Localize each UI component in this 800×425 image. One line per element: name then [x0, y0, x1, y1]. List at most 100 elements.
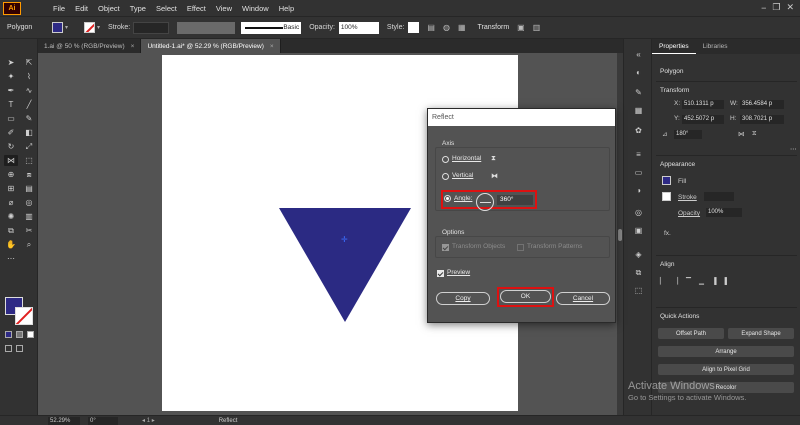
more-options-icon[interactable]: ⋯ [790, 145, 797, 153]
angle-input[interactable]: 360° [497, 195, 533, 205]
asset-export-icon[interactable]: ⬚ [633, 285, 644, 296]
color-icon[interactable]: ◐ [633, 67, 644, 78]
chevron-down-icon[interactable]: ▾ [65, 24, 68, 31]
artboard-navigation[interactable]: ◂ 1 ▸ [142, 417, 155, 424]
h-input[interactable]: 308.7021 p [740, 115, 784, 124]
scrollbar-thumb[interactable] [618, 229, 622, 241]
draw-behind-icon[interactable] [16, 345, 23, 352]
edit-toolbar-icon[interactable]: ⋯ [4, 253, 18, 264]
paintbrush-tool-icon[interactable]: ✎ [22, 113, 36, 124]
flip-vertical-icon[interactable]: ⧖ [752, 130, 757, 138]
fill-swatch[interactable] [52, 22, 63, 33]
isolate-icon[interactable]: ▣ [517, 23, 525, 32]
angle-radio[interactable] [444, 195, 451, 202]
menu-object[interactable]: Object [98, 4, 120, 13]
restore-icon[interactable]: ❐ [772, 2, 780, 13]
transform-patterns-checkbox[interactable] [517, 244, 524, 251]
ok-button[interactable]: OK [500, 290, 551, 303]
draw-normal-icon[interactable] [5, 345, 12, 352]
perspective-tool-icon[interactable]: ⧈ [22, 169, 36, 180]
stroke-label[interactable]: Stroke [678, 194, 697, 201]
rectangle-tool-icon[interactable]: ▭ [4, 113, 18, 124]
y-input[interactable]: 452.5072 p [682, 115, 724, 124]
gradient-icon[interactable]: ▭ [633, 167, 644, 178]
stroke-icon[interactable]: ≡ [633, 149, 644, 160]
mesh-tool-icon[interactable]: ⊞ [4, 183, 18, 194]
style-swatch[interactable] [408, 22, 420, 33]
variable-width-profile[interactable] [177, 21, 236, 34]
graphic-styles-icon[interactable]: ▣ [633, 225, 644, 236]
symbols-icon[interactable]: ✿ [633, 125, 644, 136]
scale-tool-icon[interactable]: ⤢ [22, 141, 36, 152]
menu-select[interactable]: Select [156, 4, 177, 13]
line-tool-icon[interactable]: ╱ [22, 99, 36, 110]
transform-objects-checkbox[interactable] [442, 244, 449, 251]
shape-builder-tool-icon[interactable]: ⊕ [4, 169, 18, 180]
graph-tool-icon[interactable]: ▥ [22, 211, 36, 222]
vertical-label[interactable]: Vertical [452, 172, 473, 179]
symbol-sprayer-tool-icon[interactable]: ✺ [4, 211, 18, 222]
close-icon[interactable]: × [131, 43, 135, 50]
pen-tool-icon[interactable]: ✒ [4, 85, 18, 96]
transform-link[interactable]: Transform [478, 24, 510, 31]
reflect-tool-icon[interactable]: ⋈ [4, 155, 18, 166]
stroke-weight-input[interactable] [704, 192, 734, 201]
stroke-color-box[interactable] [15, 307, 33, 325]
align-to-pixel-grid-button[interactable]: Align to Pixel Grid [658, 364, 794, 375]
transparency-icon[interactable]: ◑ [633, 185, 644, 196]
stroke-weight-input[interactable] [133, 21, 170, 34]
vertical-radio[interactable] [442, 173, 449, 180]
hand-tool-icon[interactable]: ✋ [4, 239, 18, 250]
menu-help[interactable]: Help [279, 4, 294, 13]
swatches-icon[interactable]: ▦ [633, 105, 644, 116]
appearance-fill-swatch[interactable] [662, 176, 671, 185]
menu-effect[interactable]: Effect [187, 4, 206, 13]
align-icon[interactable]: ▤ [427, 23, 435, 32]
fx-icon[interactable]: fx. [664, 230, 671, 237]
tab-libraries[interactable]: Libraries [696, 39, 735, 54]
tab-properties[interactable]: Properties [652, 39, 696, 54]
rotate-tool-icon[interactable]: ↻ [4, 141, 18, 152]
opacity-input[interactable]: 100% [706, 208, 742, 217]
curvature-tool-icon[interactable]: ∿ [22, 85, 36, 96]
brush-definition[interactable]: Basic [241, 21, 302, 34]
expand-shape-button[interactable]: Expand Shape [728, 328, 794, 339]
arrange-icon[interactable]: ▥ [533, 23, 541, 32]
tab-1-ai[interactable]: 1.ai @ 50 % (RGB/Preview) × [38, 39, 142, 53]
color-mode-icon[interactable] [5, 331, 12, 338]
stroke-swatch[interactable] [84, 22, 96, 33]
angle-label[interactable]: Angle: [454, 195, 472, 202]
tab-untitled-1[interactable]: Untitled-1.ai* @ 52.29 % (RGB/Preview) × [141, 39, 281, 53]
x-input[interactable]: 510.1311 p [682, 100, 724, 109]
minimize-icon[interactable]: − [761, 3, 766, 13]
type-tool-icon[interactable]: T [4, 99, 18, 110]
menu-type[interactable]: Type [130, 4, 146, 13]
w-input[interactable]: 356.4584 p [740, 100, 784, 109]
zoom-field[interactable]: 52.29% [48, 416, 80, 425]
angle-input[interactable]: 180° [674, 130, 702, 139]
menu-edit[interactable]: Edit [75, 4, 88, 13]
direct-selection-tool-icon[interactable]: ⇱ [22, 57, 36, 68]
appearance-icon[interactable]: ◎ [633, 207, 644, 218]
offset-path-button[interactable]: Offset Path [658, 328, 724, 339]
lasso-tool-icon[interactable]: ⌇ [22, 71, 36, 82]
angle-dial[interactable] [476, 193, 494, 211]
appearance-stroke-swatch[interactable] [662, 192, 671, 201]
horizontal-label[interactable]: Horizontal [452, 155, 481, 162]
menu-view[interactable]: View [216, 4, 232, 13]
preview-checkbox[interactable] [437, 270, 444, 277]
grid-icon[interactable]: ▦ [458, 23, 466, 32]
polygon-triangle[interactable] [279, 208, 411, 322]
artboard-tool-icon[interactable]: ⧉ [4, 225, 18, 236]
free-transform-tool-icon[interactable]: ⬚ [22, 155, 36, 166]
slice-tool-icon[interactable]: ✂ [22, 225, 36, 236]
shaper-tool-icon[interactable]: ✐ [4, 127, 18, 138]
collapse-icon[interactable]: « [633, 49, 644, 60]
close-icon[interactable]: × [270, 43, 274, 50]
menu-file[interactable]: File [53, 4, 65, 13]
recolor-icon[interactable]: ◍ [443, 23, 450, 32]
layers-icon[interactable]: ◈ [633, 249, 644, 260]
preview-label[interactable]: Preview [447, 269, 470, 276]
brushes-icon[interactable]: ✎ [633, 87, 644, 98]
align-buttons-icon[interactable]: ▏▕▔▁▐▌ [660, 277, 737, 285]
